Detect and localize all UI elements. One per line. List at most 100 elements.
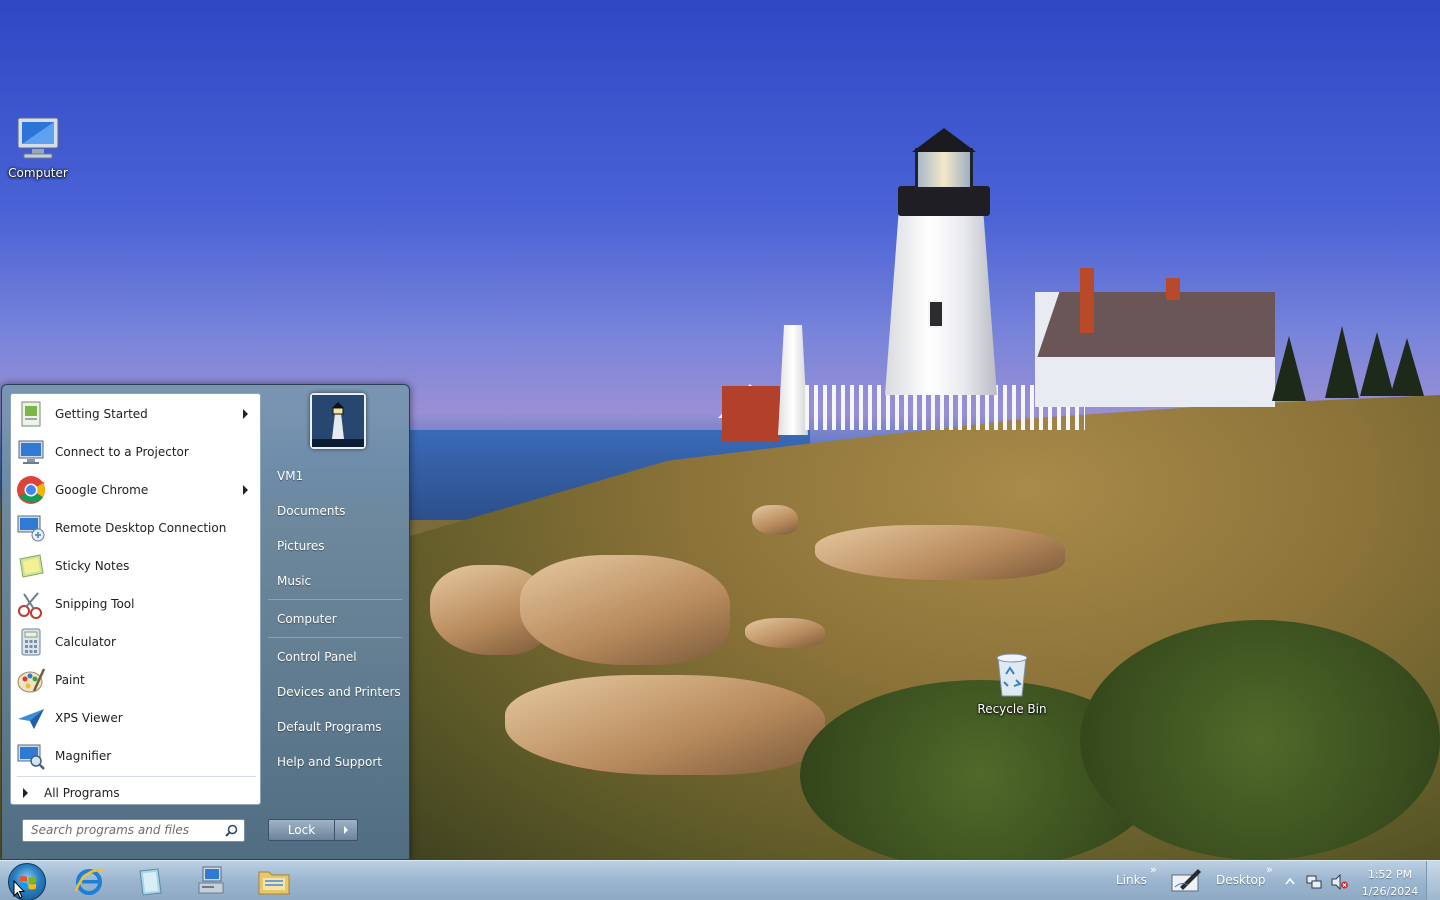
wallpaper-tree (1360, 332, 1394, 396)
desktop-overflow-chevron-icon[interactable]: » (1266, 863, 1273, 876)
search-icon[interactable] (225, 824, 238, 837)
right-item-label: Help and Support (277, 755, 382, 769)
tablet-pen-icon (1171, 869, 1201, 892)
wallpaper-lighthouse-lantern (915, 148, 973, 190)
right-pane-separator (268, 599, 402, 600)
taskbar-internet-explorer[interactable] (71, 864, 107, 898)
right-item-computer[interactable]: Computer (268, 606, 406, 632)
taskbar-network[interactable] (193, 864, 229, 898)
computer-icon (17, 117, 59, 159)
wallpaper-lighthouse-cap (912, 128, 976, 152)
right-item-default-programs[interactable]: Default Programs (268, 714, 406, 740)
start-menu: Getting Started Connect to a Projector G… (1, 384, 410, 860)
taskbar-tablet-input[interactable] (1168, 864, 1204, 898)
volume-muted-icon[interactable] (1331, 874, 1349, 890)
program-label: Remote Desktop Connection (55, 521, 227, 535)
right-item-label: Pictures (277, 539, 325, 553)
wallpaper-small-tower (778, 325, 808, 435)
right-item-user[interactable]: VM1 (268, 463, 406, 489)
all-programs-button[interactable]: All Programs (13, 782, 258, 804)
user-name-label: VM1 (277, 469, 304, 483)
lighthouse-avatar-icon (312, 395, 364, 447)
right-item-devices-and-printers[interactable]: Devices and Printers (268, 679, 406, 705)
expand-arrow-icon (23, 788, 28, 798)
wallpaper-chimney (1080, 268, 1094, 333)
program-label: Sticky Notes (55, 559, 130, 573)
xps-viewer-icon (15, 702, 47, 734)
windows-explorer-icon (258, 871, 290, 895)
wallpaper-rock (520, 555, 730, 665)
wallpaper-bush (1080, 620, 1440, 860)
program-label: XPS Viewer (55, 711, 123, 725)
program-label: Calculator (55, 635, 116, 649)
program-calculator[interactable]: Calculator (13, 624, 258, 660)
desktop-icon-recycle-bin[interactable]: Recycle Bin (974, 650, 1050, 716)
magnifier-icon (15, 740, 47, 772)
program-label: Google Chrome (55, 483, 149, 497)
wallpaper-house-roof (1037, 292, 1275, 357)
desktop-icon-label: Recycle Bin (977, 702, 1047, 716)
desktop-icon-computer[interactable]: Computer (0, 116, 76, 180)
chrome-icon (15, 474, 47, 506)
show-desktop-button[interactable] (1426, 861, 1440, 900)
program-label: Paint (55, 673, 85, 687)
right-item-music[interactable]: Music (268, 568, 406, 594)
shutdown-options-arrow-icon[interactable] (335, 819, 358, 841)
wallpaper-tree (1272, 336, 1306, 401)
start-search-input[interactable]: Search programs and files (22, 819, 245, 842)
program-xps-viewer[interactable]: XPS Viewer (13, 700, 258, 736)
wallpaper-rock (815, 525, 1065, 580)
submenu-arrow-icon[interactable] (243, 409, 248, 419)
internet-explorer-icon (74, 868, 104, 895)
start-menu-programs-pane: Getting Started Connect to a Projector G… (10, 393, 261, 805)
links-toolbar-label[interactable]: Links (1116, 873, 1147, 887)
desktop-icon-label: Computer (8, 166, 68, 180)
mouse-cursor-icon (13, 880, 25, 899)
right-item-documents[interactable]: Documents (268, 498, 406, 524)
taskbar-windows-explorer[interactable] (256, 864, 292, 898)
network-computer-icon (198, 866, 224, 894)
lock-button[interactable]: Lock (268, 819, 335, 841)
network-icon[interactable] (1306, 874, 1322, 890)
taskbar: Links » Desktop » 1:52 PM 1/26/2024 (0, 860, 1440, 900)
clock-date: 1/26/2024 (1361, 885, 1419, 898)
all-programs-label: All Programs (44, 786, 120, 800)
snipping-tool-icon (15, 588, 47, 620)
recycle-bin-icon (996, 653, 1028, 697)
paint-icon (15, 664, 47, 696)
links-overflow-chevron-icon[interactable]: » (1150, 863, 1157, 876)
program-getting-started[interactable]: Getting Started (13, 396, 258, 432)
remote-desktop-icon (15, 512, 47, 544)
program-remote-desktop-connection[interactable]: Remote Desktop Connection (13, 510, 258, 546)
notepad-icon (139, 868, 162, 896)
program-snipping-tool[interactable]: Snipping Tool (13, 586, 258, 622)
right-item-help-and-support[interactable]: Help and Support (268, 749, 406, 775)
submenu-arrow-icon[interactable] (243, 485, 248, 495)
right-item-label: Devices and Printers (277, 685, 401, 699)
show-hidden-icons-icon[interactable] (1285, 877, 1295, 885)
wallpaper-lighthouse-window (928, 300, 944, 328)
right-item-pictures[interactable]: Pictures (268, 533, 406, 559)
program-sticky-notes[interactable]: Sticky Notes (13, 548, 258, 584)
program-paint[interactable]: Paint (13, 662, 258, 698)
user-account-picture[interactable] (310, 393, 366, 449)
wallpaper-rock (505, 675, 825, 775)
sticky-notes-icon (15, 550, 47, 582)
program-magnifier[interactable]: Magnifier (13, 738, 258, 774)
wallpaper-lighthouse-gallery (898, 186, 990, 216)
program-label: Magnifier (55, 749, 112, 763)
program-label: Snipping Tool (55, 597, 135, 611)
desktop-toolbar-label[interactable]: Desktop (1216, 873, 1266, 887)
wallpaper-tree (1390, 338, 1424, 396)
right-item-control-panel[interactable]: Control Panel (268, 644, 406, 670)
system-clock[interactable]: 1:52 PM 1/26/2024 (1358, 866, 1422, 900)
clock-time: 1:52 PM (1367, 868, 1413, 881)
programs-separator (17, 776, 256, 777)
right-item-label: Computer (277, 612, 337, 626)
program-google-chrome[interactable]: Google Chrome (13, 472, 258, 508)
wallpaper-rock (752, 505, 798, 535)
program-connect-to-projector[interactable]: Connect to a Projector (13, 434, 258, 470)
taskbar-notepad[interactable] (132, 864, 168, 898)
wallpaper-rock (745, 618, 825, 648)
wallpaper-tree (1325, 326, 1359, 398)
